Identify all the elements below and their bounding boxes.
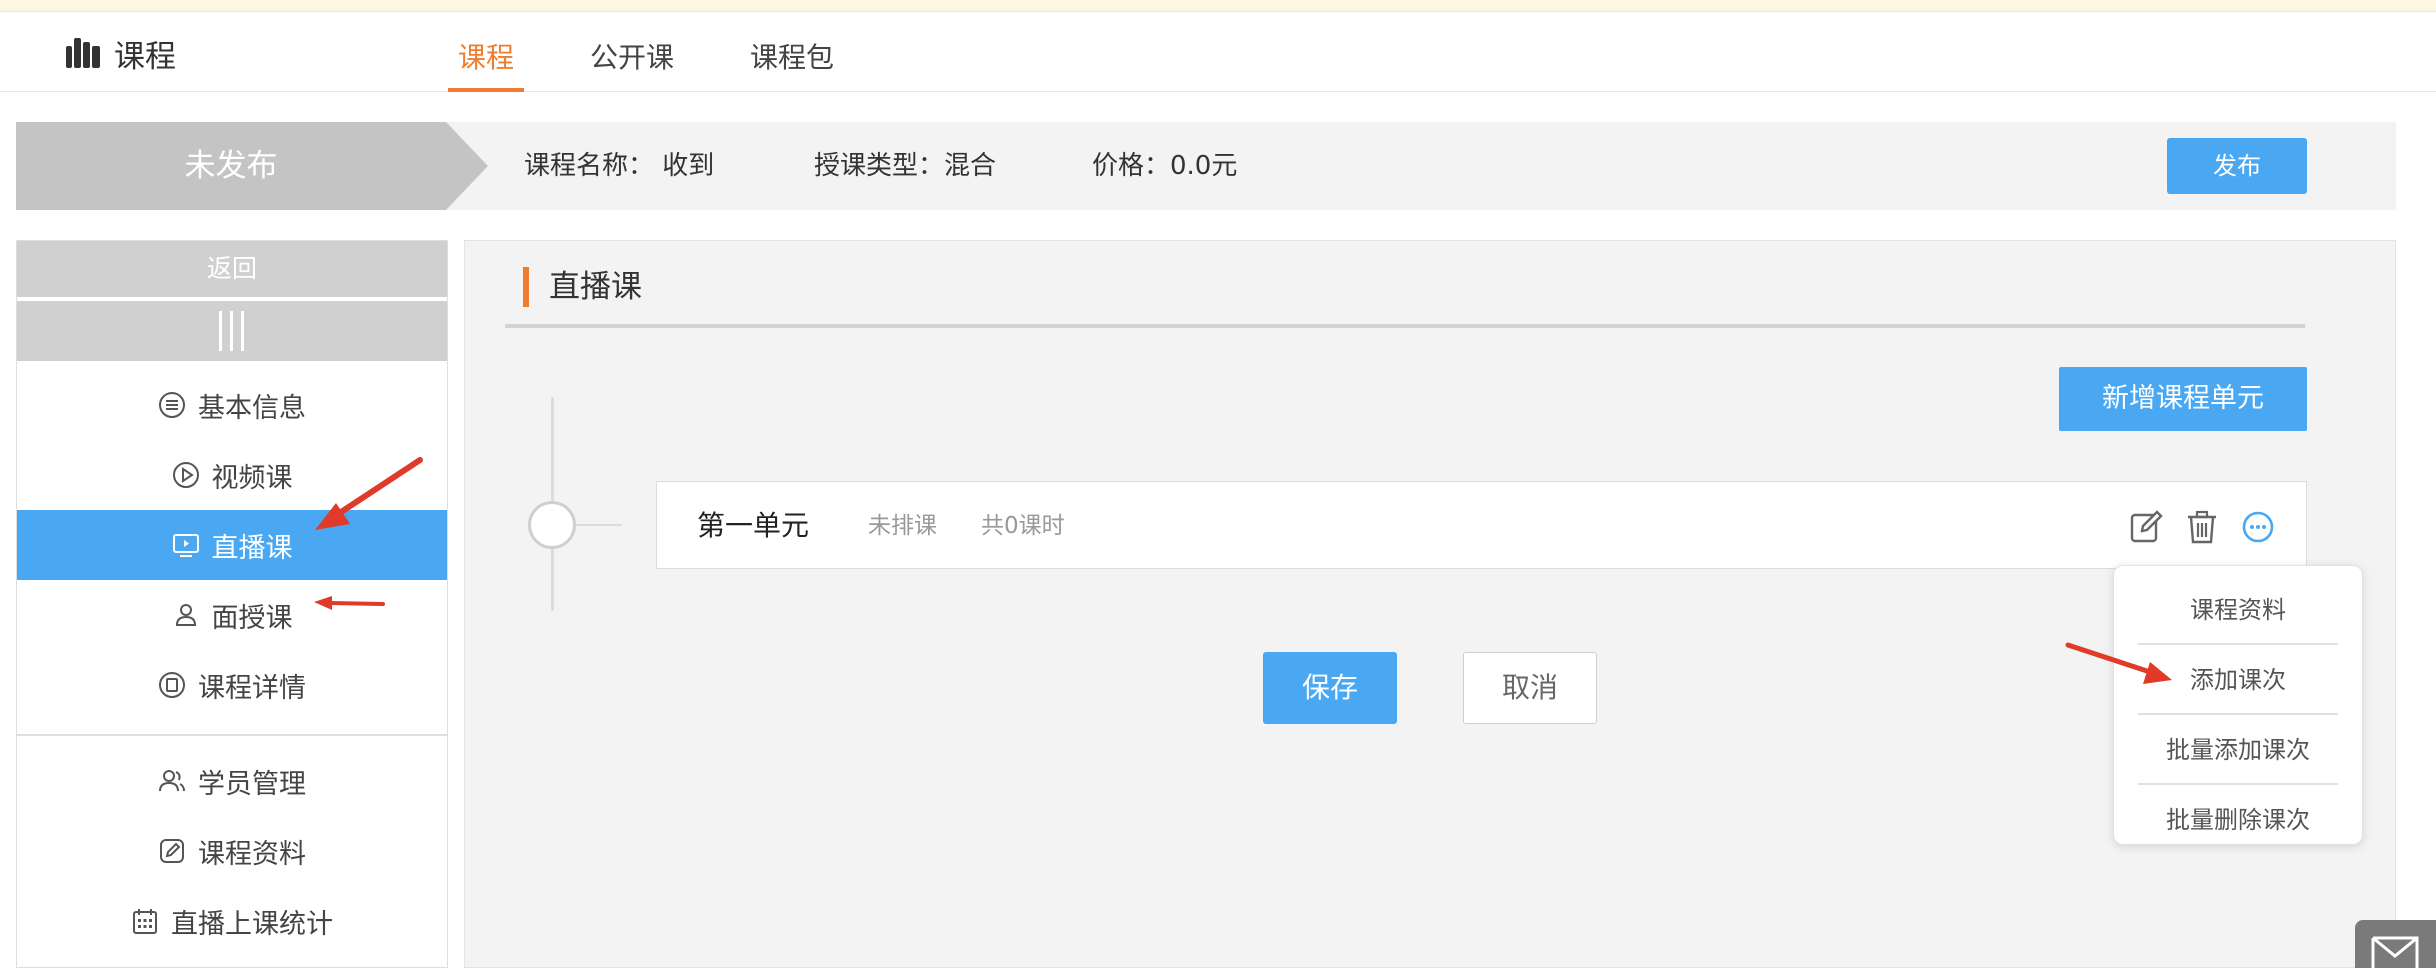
sidebar-item-label: 直播课 [211,532,293,564]
back-button[interactable]: 返回 [17,241,447,297]
unit-title: 第一单元 [697,509,810,542]
brand-title: 课程 [114,38,176,75]
sidebar-item-live-course[interactable]: 直播课 [17,510,447,580]
delete-icon[interactable] [2184,509,2220,545]
course-unit-row: 第一单元 未排课 共0课时 [656,481,2307,569]
sidebar-item-label: 直播上课统计 [171,908,333,940]
more-icon[interactable] [2240,509,2276,545]
tab-open-course[interactable]: 公开课 [580,24,684,92]
calendar-icon [133,909,157,934]
publish-state-ribbon: 未发布 [16,122,488,210]
top-strip [0,0,2436,12]
sidebar: 返回 基本信息 视频课 直播课 面授课 课程详情 学员管理 课程资料 直播上课统… [16,240,448,968]
menu-item-batch-add-lessons[interactable]: 批量添加课次 [2138,715,2338,785]
menu-item-batch-delete-lessons[interactable]: 批量删除课次 [2138,785,2338,855]
price-info: 价格：0.0元 [1092,151,1238,181]
course-name-info: 课程名称： 收到 [524,151,715,181]
timeline-node [528,501,576,549]
sidebar-item-face-course[interactable]: 面授课 [17,580,447,650]
sidebar-divider [17,734,447,736]
sidebar-item-basic-info[interactable]: 基本信息 [17,370,447,440]
sidebar-item-label: 课程资料 [198,838,306,870]
unit-lesson-count: 共0课时 [981,513,1065,539]
edit-icon[interactable] [2128,509,2164,545]
sidebar-item-video-course[interactable]: 视频课 [17,440,447,510]
menu-item-course-materials[interactable]: 课程资料 [2138,575,2338,645]
tab-course-package[interactable]: 课程包 [740,24,844,92]
course-status-bar: 未发布 课程名称： 收到 授课类型：混合 价格：0.0元 发布 [16,122,2396,210]
sidebar-item-student-management[interactable]: 学员管理 [17,746,447,816]
menu-item-add-lesson[interactable]: 添加课次 [2138,645,2338,715]
more-actions-dropdown: 课程资料 添加课次 批量添加课次 批量删除课次 [2113,565,2363,845]
person-icon [175,604,196,626]
sidebar-item-label: 课程详情 [198,672,306,704]
publish-button[interactable]: 发布 [2167,138,2307,194]
sidebar-menu: 基本信息 视频课 直播课 面授课 课程详情 学员管理 课程资料 直播上课统计 [17,370,447,956]
cancel-button[interactable]: 取消 [1463,652,1597,724]
tv-play-icon [172,534,199,557]
sidebar-item-label: 学员管理 [198,768,306,800]
sidebar-item-course-materials[interactable]: 课程资料 [17,816,447,886]
users-icon [159,770,185,792]
section-divider [505,324,2305,328]
sidebar-item-live-stats[interactable]: 直播上课统计 [17,886,447,956]
save-button[interactable]: 保存 [1263,652,1397,724]
books-icon [66,38,100,68]
grip-handle[interactable] [17,301,447,361]
brand: 课程 [66,36,176,75]
play-circle-icon [172,462,199,488]
publish-state-label: 未发布 [184,148,278,184]
main-panel: 直播课 新增课程单元 第一单元 未排课 共0课时 保存 取消 [464,240,2396,968]
unit-status: 未排课 [868,513,937,539]
mail-icon[interactable] [2355,920,2436,968]
teach-type-info: 授课类型：混合 [814,151,997,181]
timeline-connector [576,524,622,526]
sidebar-item-label: 面授课 [211,602,293,634]
sidebar-item-label: 视频课 [211,462,293,494]
sidebar-item-label: 基本信息 [198,392,306,424]
top-header: 课程 课程 公开课 课程包 [0,12,2436,92]
tab-course[interactable]: 课程 [448,24,525,92]
header-tabs: 课程 公开课 课程包 [448,24,900,92]
detail-icon [159,672,185,698]
add-course-unit-button[interactable]: 新增课程单元 [2059,367,2307,431]
list-circle-icon [159,392,185,418]
unit-actions [2128,509,2276,545]
edit-doc-icon [160,839,184,863]
sidebar-item-course-detail[interactable]: 课程详情 [17,650,447,720]
section-title: 直播课 [523,267,642,307]
